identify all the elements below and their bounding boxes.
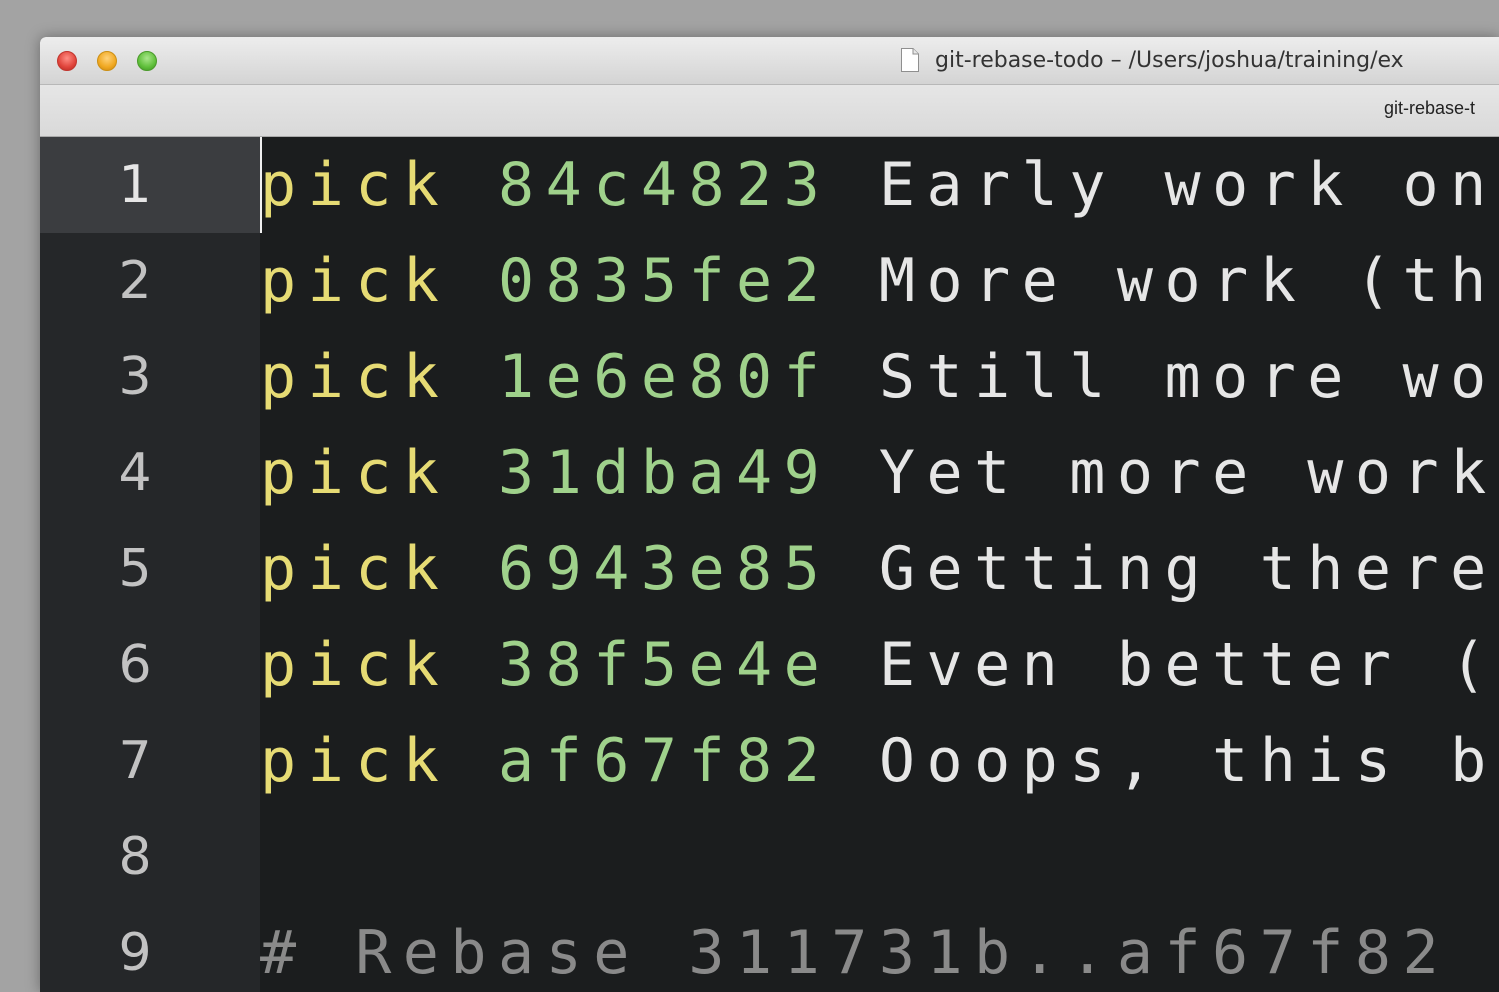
- tab-git-rebase-todo[interactable]: git-rebase-t: [1384, 97, 1475, 119]
- screen: git-rebase-todo – /Users/joshua/training…: [0, 0, 1499, 992]
- minimize-window-button[interactable]: [97, 51, 117, 71]
- line-number-9: 9: [118, 923, 152, 983]
- code-line-4[interactable]: pick 31dba49 Yet more work (yet a: [260, 425, 1499, 521]
- rebase-command: pick: [260, 726, 451, 796]
- comment-text: # Rebase 311731b..af67f82 onto 31: [260, 918, 1499, 988]
- rebase-command: pick: [260, 534, 451, 604]
- commit-message: Still more work (als: [878, 342, 1499, 412]
- commit-message: Getting there now (s: [878, 534, 1498, 604]
- commit-sha: 0835fe2: [498, 246, 832, 316]
- rebase-command: pick: [260, 630, 451, 700]
- commit-message: Ooops, this belongs: [878, 726, 1499, 796]
- rebase-command: pick: [260, 342, 451, 412]
- commit-sha: 31dba49: [498, 438, 832, 508]
- line-number-4: 4: [118, 443, 152, 503]
- rebase-command: pick: [260, 438, 451, 508]
- line-number-6: 6: [118, 635, 152, 695]
- line-number-gutter: 1 2 3 4 5 6 7 8 9: [40, 137, 260, 992]
- close-window-button[interactable]: [57, 51, 77, 71]
- rebase-command: pick: [260, 150, 451, 220]
- commit-message: Even better (finally: [878, 630, 1499, 700]
- maximize-window-button[interactable]: [137, 51, 157, 71]
- line-number-3: 3: [118, 347, 152, 407]
- line-number-1: 1: [118, 155, 152, 215]
- code-line-6[interactable]: pick 38f5e4e Even better (finally: [260, 617, 1499, 713]
- line-number-5: 5: [118, 539, 152, 599]
- code-line-9[interactable]: # Rebase 311731b..af67f82 onto 31: [260, 905, 1499, 992]
- code-line-2[interactable]: pick 0835fe2 More work (this is c: [260, 233, 1499, 329]
- code-line-3[interactable]: pick 1e6e80f Still more work (als: [260, 329, 1499, 425]
- commit-sha: 6943e85: [498, 534, 832, 604]
- window-title: git-rebase-todo – /Users/joshua/training…: [935, 48, 1404, 73]
- rebase-command: pick: [260, 246, 451, 316]
- code-editor[interactable]: 1 2 3 4 5 6 7 8 9 pick 84c4823 Early work on fea…: [40, 137, 1499, 992]
- tab-bar: git-rebase-t: [40, 85, 1499, 137]
- commit-sha: 1e6e80f: [498, 342, 832, 412]
- document-icon: [901, 48, 919, 72]
- code-area[interactable]: pick 84c4823 Early work on featurpick 08…: [260, 137, 1499, 992]
- line-number-7: 7: [118, 731, 152, 791]
- code-line-5[interactable]: pick 6943e85 Getting there now (s: [260, 521, 1499, 617]
- commit-message: Yet more work (yet a: [878, 438, 1498, 508]
- commit-sha: 84c4823: [498, 150, 832, 220]
- editor-window: git-rebase-todo – /Users/joshua/training…: [40, 37, 1499, 992]
- commit-message: More work (this is c: [878, 246, 1499, 316]
- code-line-1[interactable]: pick 84c4823 Early work on featur: [260, 137, 1499, 233]
- title-bar[interactable]: git-rebase-todo – /Users/joshua/training…: [40, 37, 1499, 85]
- commit-sha: af67f82: [498, 726, 832, 796]
- commit-message: Early work on featur: [878, 150, 1498, 220]
- code-line-7[interactable]: pick af67f82 Ooops, this belongs: [260, 713, 1499, 809]
- line-number-8: 8: [118, 827, 152, 887]
- commit-sha: 38f5e4e: [498, 630, 832, 700]
- line-number-2: 2: [118, 251, 152, 311]
